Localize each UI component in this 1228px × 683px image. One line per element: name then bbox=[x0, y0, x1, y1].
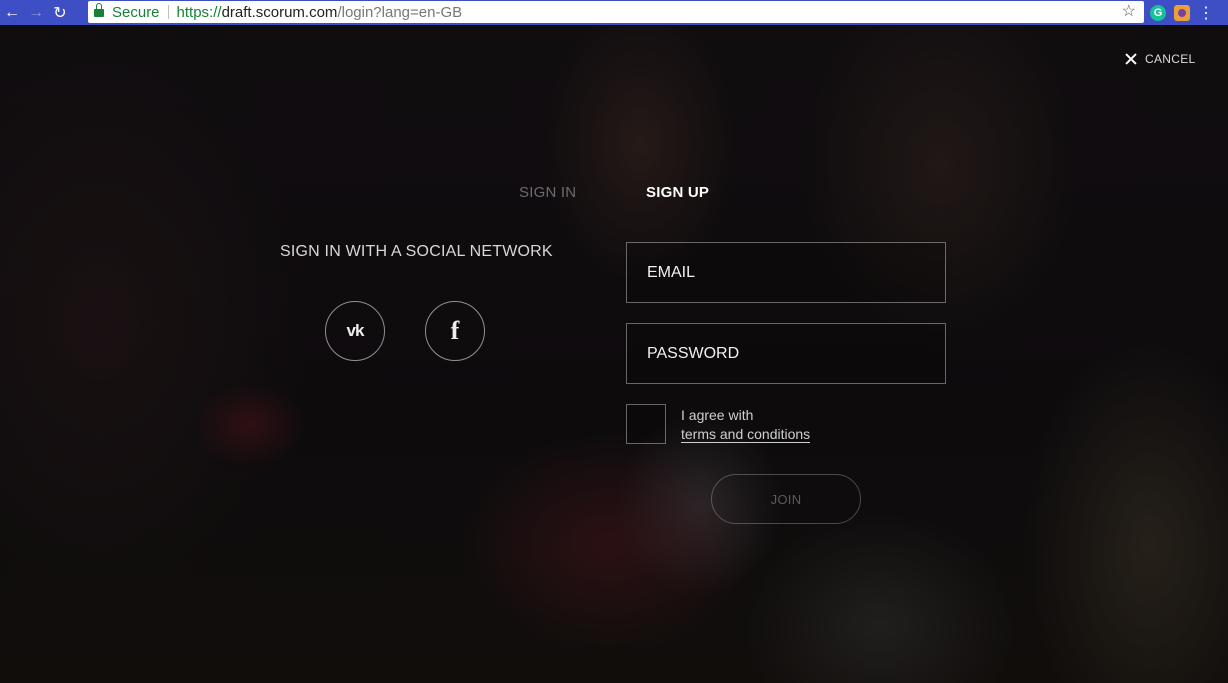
bookmark-star-icon[interactable]: ☆ bbox=[1122, 1, 1136, 23]
browser-menu-icon[interactable]: ⋮ bbox=[1198, 3, 1214, 23]
agree-checkbox[interactable] bbox=[626, 404, 666, 444]
cancel-label: CANCEL bbox=[1145, 52, 1196, 66]
login-page: CANCEL SIGN IN SIGN UP SIGN IN WITH A SO… bbox=[0, 25, 1228, 683]
address-bar[interactable]: Secure https://draft.scorum.com/login?la… bbox=[88, 1, 1144, 23]
tab-sign-in[interactable]: SIGN IN bbox=[519, 184, 576, 201]
social-signin-title: SIGN IN WITH A SOCIAL NETWORK bbox=[280, 243, 553, 260]
url-path: /login?lang=en-GB bbox=[337, 3, 463, 21]
join-button[interactable]: JOIN bbox=[711, 474, 861, 524]
agree-text: I agree with bbox=[681, 407, 754, 423]
tab-sign-up[interactable]: SIGN UP bbox=[646, 184, 709, 201]
browser-toolbar: ← → ↻ Secure https://draft.scorum.com/lo… bbox=[0, 0, 1228, 25]
cancel-button[interactable]: CANCEL bbox=[1125, 52, 1195, 66]
address-separator bbox=[167, 5, 169, 19]
extensions-area: G ⋮ bbox=[1150, 0, 1214, 25]
url-text[interactable]: https://draft.scorum.com/login?lang=en-G… bbox=[177, 4, 463, 21]
secure-label: Secure bbox=[112, 3, 160, 21]
grammarly-extension-icon[interactable]: G bbox=[1150, 4, 1166, 21]
vk-login-button[interactable]: vk bbox=[325, 301, 385, 361]
terms-link[interactable]: terms and conditions bbox=[681, 426, 811, 443]
login-modal: CANCEL SIGN IN SIGN UP SIGN IN WITH A SO… bbox=[0, 25, 1228, 683]
facebook-login-button[interactable]: f bbox=[425, 301, 485, 361]
agree-label: I agree with terms and conditions bbox=[681, 406, 811, 444]
email-field[interactable] bbox=[626, 242, 946, 303]
facebook-icon: f bbox=[450, 316, 460, 345]
url-scheme: https:// bbox=[176, 3, 222, 21]
reload-icon[interactable]: ↻ bbox=[48, 0, 72, 25]
close-icon bbox=[1125, 53, 1137, 65]
extension-icon[interactable] bbox=[1174, 4, 1190, 21]
password-field[interactable] bbox=[626, 323, 946, 384]
lock-icon bbox=[94, 3, 104, 17]
forward-arrow-icon[interactable]: → bbox=[24, 0, 48, 25]
url-host: draft.scorum.com bbox=[221, 3, 338, 21]
vk-icon: vk bbox=[346, 321, 365, 340]
back-arrow-icon[interactable]: ← bbox=[0, 0, 24, 25]
